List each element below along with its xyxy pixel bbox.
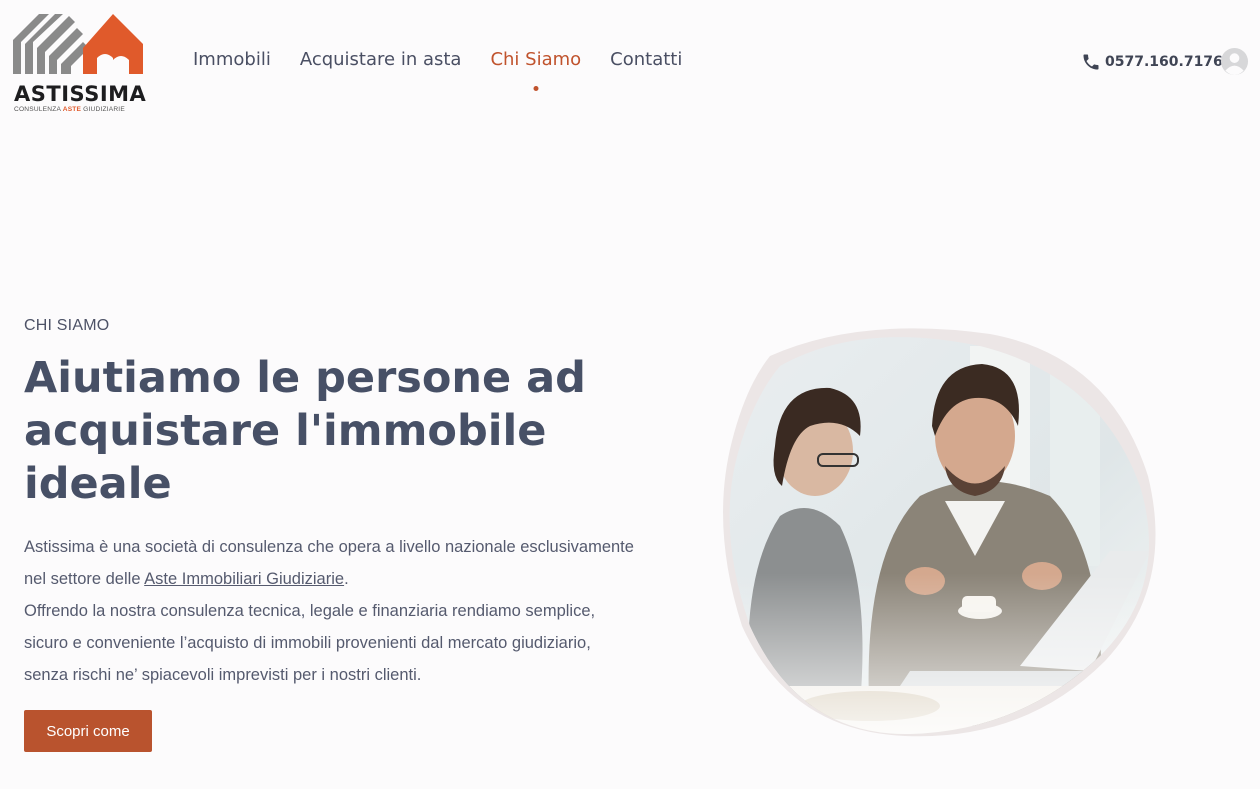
hero-title-line-2: acquistare l'immobile — [24, 406, 547, 456]
hero-title-line-1: Aiutiamo le persone ad — [24, 353, 586, 403]
hero-photo — [723, 328, 1156, 737]
nav-item-chi-siamo[interactable]: Chi Siamo — [490, 49, 582, 91]
main-nav: Immobili Acquistare in asta Chi Siamo Co… — [193, 49, 711, 91]
phone-number: 0577.160.7176 — [1105, 54, 1223, 70]
nav-item-acquistare-in-asta[interactable]: Acquistare in asta — [300, 49, 462, 70]
hero-title-line-3: ideale — [24, 459, 172, 509]
logo-wordmark: ASTISSIMA — [14, 82, 147, 106]
nav-item-immobili[interactable]: Immobili — [193, 49, 271, 70]
house-logo-icon — [13, 14, 143, 74]
logo-tagline: CONSULENZA ASTE GIUDIZIARIE — [14, 106, 125, 113]
hero-description: Astissima è una società di consulenza ch… — [24, 538, 634, 684]
hero-title: Aiutiamo le persone ad acquistare l'immo… — [24, 352, 624, 511]
phone-icon — [1083, 54, 1099, 70]
hero-description-p2: Offrendo la nostra consulenza tecnica, l… — [24, 602, 596, 684]
section-eyebrow: CHI SIAMO — [24, 317, 110, 334]
active-indicator-dot — [533, 86, 539, 91]
phone-link[interactable]: 0577.160.7176 — [1081, 52, 1223, 72]
aste-immobiliari-link[interactable]: Aste Immobiliari Giudiziarie — [144, 570, 344, 588]
scopri-come-button[interactable]: Scopri come — [24, 710, 152, 752]
nav-item-contatti[interactable]: Contatti — [610, 49, 682, 70]
logo[interactable]: ASTISSIMA CONSULENZA ASTE GIUDIZIARIE — [13, 12, 147, 114]
nav-item-label: Chi Siamo — [490, 49, 582, 70]
user-avatar-icon[interactable] — [1220, 47, 1249, 76]
